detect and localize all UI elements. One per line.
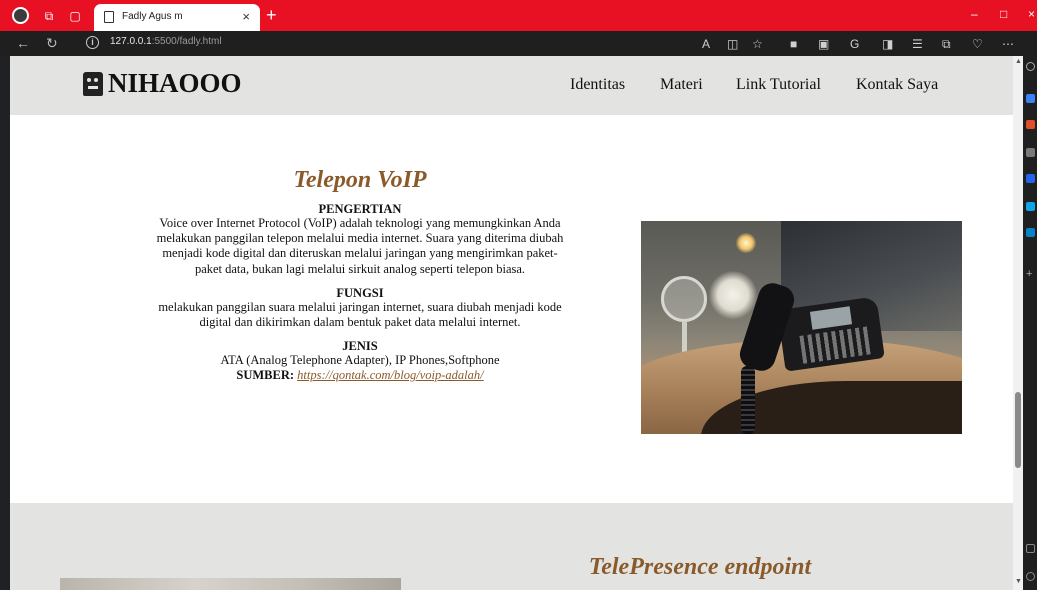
nav-link-tutorial[interactable]: Link Tutorial (736, 76, 821, 94)
more-menu-icon[interactable]: ⋯ (1002, 37, 1014, 51)
minimize-button[interactable]: – (971, 7, 978, 21)
sidebar-hide-icon[interactable] (1026, 544, 1035, 553)
maximize-button[interactable]: □ (1000, 7, 1007, 21)
nav-identitas[interactable]: Identitas (570, 76, 625, 94)
split-screen-icon[interactable]: ◨ (882, 37, 893, 51)
telepresence-image (60, 578, 401, 590)
address-bar-row: ← ↻ i 127.0.0.1:5500/fadly.html A ◫ ☆ ■ … (0, 31, 1037, 56)
tools-icon[interactable] (1026, 148, 1035, 157)
browser-tab-active[interactable]: Fadly Agus m × (94, 4, 260, 31)
favorites-icon[interactable]: ☰ (912, 37, 923, 51)
extension-disabled-icon[interactable]: ▣ (818, 37, 829, 51)
site-info-icon[interactable]: i (86, 36, 99, 49)
address-input[interactable]: i 127.0.0.1:5500/fadly.html (76, 34, 676, 53)
site-logo[interactable]: NIHAOOO (83, 68, 242, 99)
section-title: TelePresence endpoint (588, 554, 812, 580)
add-sidebar-item-icon[interactable]: + (1026, 269, 1035, 280)
logo-text: NIHAOOO (108, 68, 242, 98)
extension-c-icon[interactable]: G (850, 37, 859, 51)
office-icon[interactable] (1026, 202, 1035, 211)
tab-title: Fadly Agus m (122, 11, 183, 22)
workspaces-icon[interactable]: ⧉ (41, 8, 57, 24)
search-icon[interactable] (1026, 62, 1035, 71)
pengertian-text: Voice over Internet Protocol (VoIP) adal… (156, 216, 564, 276)
sumber-line: SUMBER: https://qontak.com/blog/voip-ada… (150, 368, 570, 383)
fungsi-text: melakukan panggilan suara melalui jaring… (158, 299, 562, 330)
extension-icon[interactable]: ■ (790, 37, 797, 51)
pengertian-heading: PENGERTIAN (318, 202, 402, 216)
jenis-text: ATA (Analog Telephone Adapter), IP Phone… (220, 353, 500, 368)
url-path: :5500/fadly.html (151, 36, 222, 47)
sidebar-settings-icon[interactable] (1026, 572, 1035, 581)
back-icon[interactable]: ← (16, 35, 30, 51)
jenis-heading: JENIS (342, 339, 378, 354)
scroll-thumb[interactable] (1015, 392, 1021, 468)
scroll-up-icon[interactable]: ▲ (1015, 58, 1022, 65)
url-host: 127.0.0.1 (110, 36, 152, 47)
logo-mark-icon (83, 71, 103, 96)
nav-kontak-saya[interactable]: Kontak Saya (856, 76, 938, 94)
copilot-icon[interactable] (1026, 94, 1035, 103)
site-header: NIHAOOO Identitas Materi Link Tutorial K… (10, 56, 1013, 115)
page-icon (104, 11, 114, 23)
profile-avatar[interactable] (12, 7, 29, 24)
reader-view-icon[interactable]: ◫ (727, 37, 738, 51)
scroll-down-icon[interactable]: ▼ (1015, 578, 1022, 585)
section-title: Telepon VoIP (293, 167, 427, 193)
browser-essentials-icon[interactable]: ♡ (972, 37, 983, 51)
voip-section: Telepon VoIP PENGERTIAN Voice over Inter… (10, 115, 1013, 503)
page-scrollbar[interactable]: ▲ ▼ (1013, 56, 1023, 590)
url-text: 127.0.0.1:5500/fadly.html (110, 36, 222, 47)
fungsi-heading: FUNGSI (336, 285, 384, 300)
shopping-icon[interactable] (1026, 120, 1035, 129)
outlook-icon[interactable] (1026, 228, 1035, 237)
tab-close-icon[interactable]: × (242, 9, 250, 24)
nav-materi[interactable]: Materi (660, 76, 703, 94)
browser-sidebar: + (1023, 56, 1037, 590)
games-icon[interactable] (1026, 174, 1035, 183)
sumber-label: SUMBER: (236, 368, 295, 383)
tab-actions-icon[interactable]: ▢ (67, 8, 83, 24)
sumber-link[interactable]: https://qontak.com/blog/voip-adalah/ (297, 368, 483, 382)
voip-text-column: Telepon VoIP PENGERTIAN Voice over Inter… (150, 165, 570, 384)
new-tab-button[interactable]: + (266, 5, 277, 25)
refresh-icon[interactable]: ↻ (46, 35, 58, 51)
telepresence-section: TelePresence endpoint (10, 503, 1013, 590)
favorite-star-icon[interactable]: ☆ (752, 37, 763, 51)
page-viewport: NIHAOOO Identitas Materi Link Tutorial K… (10, 56, 1013, 590)
collections-icon[interactable]: ⧉ (942, 37, 951, 51)
voip-phone-image (641, 221, 962, 434)
browser-title-bar: ⧉ ▢ Fadly Agus m × + – □ × (0, 0, 1037, 31)
read-aloud-icon[interactable]: A (702, 37, 710, 51)
close-window-button[interactable]: × (1028, 7, 1035, 21)
